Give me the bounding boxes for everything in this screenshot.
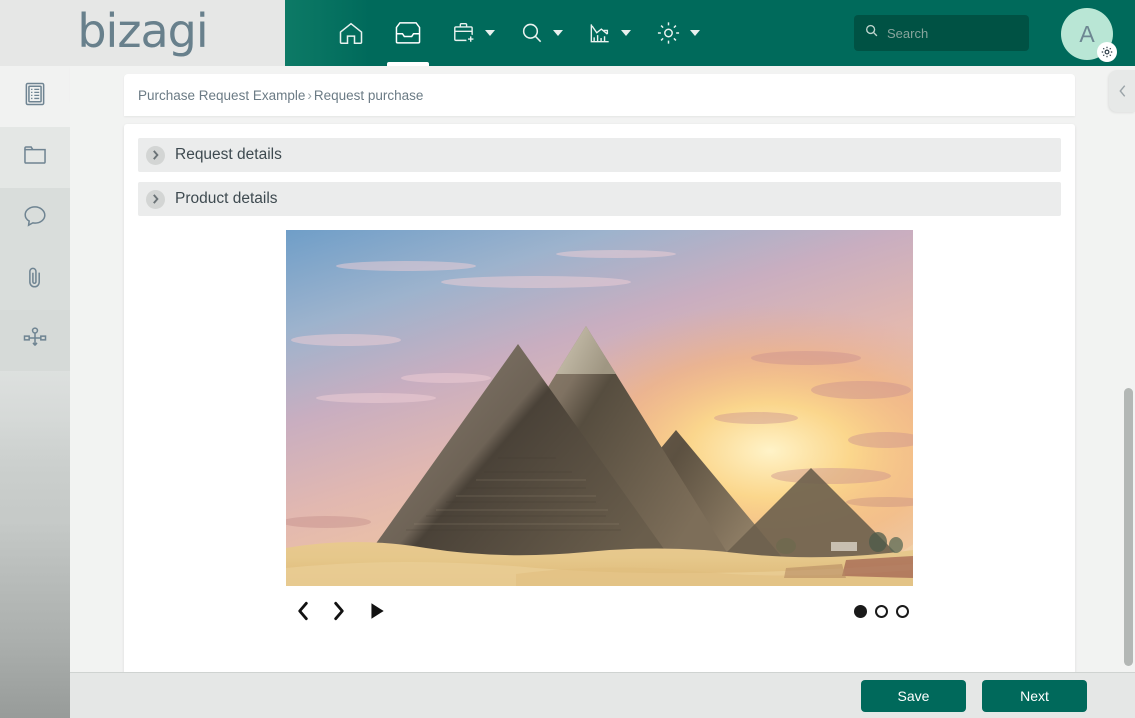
form-card: Request details Product details (124, 124, 1075, 718)
bizagi-logo: bizagi (77, 4, 208, 58)
carousel-dot[interactable] (854, 604, 867, 618)
carousel-dot[interactable] (875, 604, 888, 618)
page-scrollbar-thumb[interactable] (1124, 388, 1133, 666)
chevron-right-icon[interactable] (146, 189, 165, 209)
search-icon (864, 23, 879, 43)
breadcrumb-current: Request purchase (313, 87, 424, 103)
form-list-icon (21, 80, 49, 113)
breadcrumb-text: Purchase Request Example › Request purchas… (138, 88, 423, 103)
search-input[interactable] (887, 25, 1007, 41)
nav-zone: A (285, 0, 1135, 66)
new-case-caret-icon[interactable] (485, 30, 495, 36)
admin-caret-icon[interactable] (690, 30, 700, 36)
collapse-right-panel-tab[interactable] (1109, 70, 1135, 112)
nav-item-analytics[interactable] (573, 0, 619, 66)
next-button[interactable]: Next (982, 679, 1087, 712)
section-title: Product details (175, 190, 278, 207)
paperclip-icon (21, 263, 49, 296)
chart-icon (587, 19, 613, 47)
nav-item-inbox[interactable] (379, 0, 437, 66)
nav-item-admin[interactable] (641, 0, 688, 66)
carousel-controls (286, 594, 913, 628)
inbox-tray-icon (393, 19, 423, 47)
left-tool-rail (0, 66, 70, 718)
main-content-area: Purchase Request Example › Request purchas… (70, 66, 1135, 718)
carousel-dot[interactable] (896, 604, 909, 618)
gear-icon (655, 19, 682, 47)
rail-item-attachments[interactable] (0, 249, 70, 310)
analytics-caret-icon[interactable] (621, 30, 631, 36)
search-menu-caret-icon[interactable] (553, 30, 563, 36)
rail-item-process-flow[interactable] (0, 310, 70, 371)
carousel-dots (854, 604, 909, 618)
chevron-right-icon[interactable] (146, 145, 165, 165)
magnifier-icon (519, 19, 545, 47)
briefcase-plus-icon (451, 19, 477, 47)
folder-icon (21, 141, 49, 174)
comment-bubble-icon (21, 202, 49, 235)
home-icon (337, 19, 365, 47)
image-carousel (138, 230, 1061, 628)
next-icon[interactable] (326, 598, 352, 624)
global-search-box[interactable] (854, 15, 1029, 51)
nav-item-new-case[interactable] (437, 0, 483, 66)
play-icon[interactable] (364, 598, 390, 624)
bizagi-work-portal: bizagi Search A Purchase Request Example… (0, 0, 1135, 718)
form-action-bar: Save Next (70, 672, 1135, 718)
nav-icon-group (323, 0, 710, 66)
top-navigation-bar: bizagi Search A (0, 0, 1135, 66)
process-diagram-icon (21, 324, 49, 357)
section-request-details[interactable]: Request details (138, 138, 1061, 172)
avatar-settings-badge-icon[interactable] (1097, 42, 1117, 62)
user-menu[interactable]: A (1061, 8, 1117, 62)
carousel-image-pyramids (286, 230, 913, 586)
nav-item-search-menu[interactable] (505, 0, 551, 66)
brand-zone: bizagi (0, 0, 285, 66)
save-button[interactable]: Save (861, 679, 966, 712)
nav-item-home[interactable] (323, 0, 379, 66)
carousel-image-frame[interactable] (286, 230, 913, 586)
breadcrumb-root[interactable]: Purchase Request Example (138, 88, 305, 103)
rail-item-documents[interactable] (0, 127, 70, 188)
breadcrumb: Purchase Request Example › Request purchas… (124, 74, 1075, 116)
previous-icon[interactable] (290, 598, 316, 624)
section-title: Request details (175, 146, 282, 163)
rail-item-comments[interactable] (0, 188, 70, 249)
breadcrumb-separator: › (307, 87, 312, 103)
rail-item-forms[interactable] (0, 66, 70, 127)
section-product-details[interactable]: Product details (138, 182, 1061, 216)
